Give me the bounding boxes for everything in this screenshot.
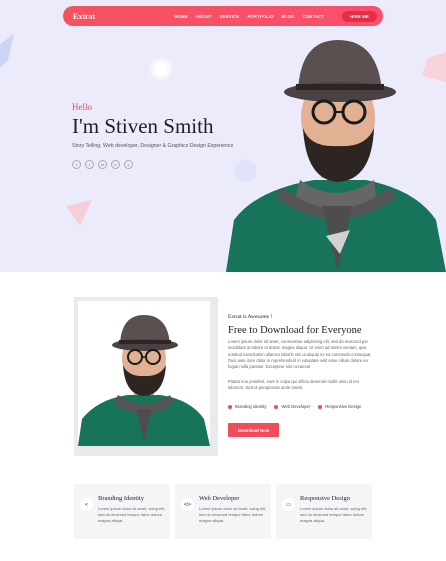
skill-label: Web Developer <box>281 404 311 409</box>
code-icon: </> <box>181 498 194 511</box>
service-card-web-developer[interactable]: </> Web Developer Lorem ipsum dolor sit … <box>175 484 271 539</box>
skill-label: Responsive Design <box>325 404 362 409</box>
twitter-icon[interactable]: t <box>85 160 94 169</box>
linkedin-icon[interactable]: in <box>98 160 107 169</box>
service-title: Responsive Design <box>300 495 351 502</box>
hire-me-button[interactable]: HIRE ME <box>342 10 377 22</box>
top-navbar: Extrat HOME ABOUT SERVICE PORTFOLIO BLOG… <box>63 6 383 26</box>
hero-section: Extrat HOME ABOUT SERVICE PORTFOLIO BLOG… <box>0 0 446 272</box>
bullet-dot-icon <box>228 404 232 409</box>
service-card-branding[interactable]: < Branding Identity Lorem ipsum dolor si… <box>74 484 170 539</box>
hero-portrait <box>226 40 446 272</box>
nav-link-contact[interactable]: CONTACT <box>303 14 325 19</box>
decor-shape-left <box>0 34 14 68</box>
nav-link-portfolio[interactable]: PORTFOLIO <box>247 14 273 19</box>
service-text: Lorem ipsum dolor sit amet, scing elit, … <box>98 506 166 523</box>
service-text: Lorem ipsum dolor sit amet, scing elit, … <box>199 506 267 523</box>
skill-item: Web Developer <box>274 404 310 409</box>
behance-icon[interactable]: b <box>111 160 120 169</box>
about-photo-frame <box>78 301 210 446</box>
nav-link-home[interactable]: HOME <box>174 14 187 19</box>
nav-link-about[interactable]: ABOUT <box>196 14 212 19</box>
hero-tagline: Story Telling, Web developer, Designer &… <box>72 143 234 149</box>
social-links: f t in b v <box>72 160 133 169</box>
skill-label: Branding Identity <box>235 404 267 409</box>
skill-item: Branding Identity <box>228 404 266 409</box>
decor-triangle <box>66 200 92 226</box>
about-photo-card <box>74 297 218 456</box>
nav-links: HOME ABOUT SERVICE PORTFOLIO BLOG CONTAC… <box>174 10 377 22</box>
site-logo[interactable]: Extrat <box>73 12 95 21</box>
hero-name: I'm Stiven Smith <box>72 114 214 138</box>
laptop-icon: ▭ <box>282 498 295 511</box>
about-subtitle: Extrat is Awesome ! <box>228 314 273 320</box>
service-text: Lorem ipsum dolor sit amet, scing elit, … <box>300 506 368 523</box>
decor-glow <box>148 56 174 82</box>
service-card-responsive-design[interactable]: ▭ Responsive Design Lorem ipsum dolor si… <box>276 484 372 539</box>
service-title: Branding Identity <box>98 495 145 502</box>
share-icon: < <box>80 498 93 511</box>
facebook-icon[interactable]: f <box>72 160 81 169</box>
about-title: Free to Download for Everyone <box>228 325 362 336</box>
nav-link-service[interactable]: SERVICE <box>220 14 240 19</box>
hero-greeting: Hello <box>72 102 92 112</box>
bullet-dot-icon <box>318 404 323 409</box>
nav-link-blog[interactable]: BLOG <box>282 14 295 19</box>
vimeo-icon[interactable]: v <box>124 160 133 169</box>
skill-bullets: Branding Identity Web Developer Responsi… <box>228 404 361 409</box>
service-title: Web Developer <box>199 495 240 502</box>
about-portrait <box>78 315 210 446</box>
about-paragraph-2: Pitatat non proident, sunt in culpa qui … <box>228 379 359 391</box>
about-paragraph-1: Lorem ipsum dolor sit amet, consectetur … <box>228 339 372 370</box>
skill-item: Responsive Design <box>318 404 361 409</box>
bullet-dot-icon <box>274 404 279 409</box>
download-now-button[interactable]: Download Now <box>228 423 279 437</box>
